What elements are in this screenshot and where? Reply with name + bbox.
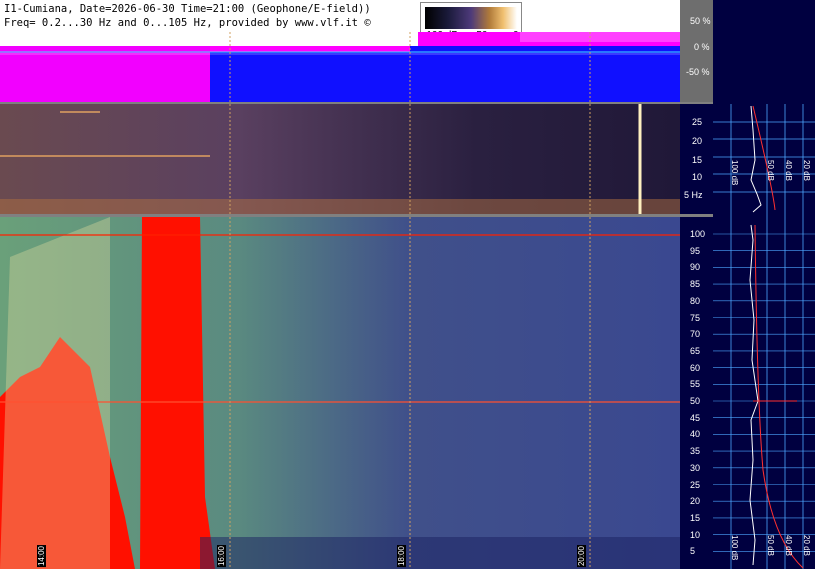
- profile-db-label: 100 dB: [730, 160, 739, 186]
- top-axis-label-0: 0 %: [694, 42, 710, 52]
- profile-db-label: 50 dB: [766, 535, 775, 556]
- bottom-axis-label: 85: [690, 279, 701, 290]
- bottom-axis-label: 25: [690, 479, 701, 490]
- top-axis-label-50: 50 %: [690, 16, 711, 26]
- mid-axis-20: 20: [692, 136, 703, 146]
- bottom-axis-label: 20: [690, 496, 701, 507]
- mid-axis-5hz: 5 Hz: [684, 190, 703, 200]
- bottom-axis-label: 5: [690, 546, 696, 557]
- bottom-axis-label: 15: [690, 512, 701, 523]
- bottom-axis-label: 80: [690, 295, 701, 306]
- profile-db-label: 50 dB: [766, 160, 775, 181]
- profile-db-label: 40 dB: [784, 160, 793, 181]
- time-label-2000: 20:00: [577, 544, 586, 567]
- bottom-axis-label: 70: [690, 329, 701, 340]
- low-freq-spectrogram: [0, 104, 680, 214]
- chart-header: I1-Cumiana, Date=2026-06-30 Time=21:00 (…: [0, 0, 418, 32]
- bottom-axis-label: 65: [690, 345, 701, 356]
- profile-db-label: 100 dB: [730, 535, 739, 561]
- colorbar-gradient: [425, 7, 517, 29]
- mid-axis-15: 15: [692, 155, 703, 165]
- bottom-axis-label: 90: [690, 262, 701, 273]
- bottom-axis-label: 100: [690, 229, 706, 239]
- bottom-axis-label: 95: [690, 245, 701, 256]
- mid-axis-25: 25: [692, 117, 703, 127]
- amplitude-strip: [0, 32, 680, 102]
- bottom-axis-label: 35: [690, 446, 701, 457]
- bottom-axis-label: 40: [690, 429, 701, 440]
- bottom-axis-label: 10: [690, 529, 701, 540]
- bottom-axis-label: 60: [690, 362, 701, 373]
- high-freq-spectrogram: [0, 217, 680, 569]
- profile-db-label: 20 dB: [802, 160, 811, 181]
- time-label-1400: 14:00: [37, 544, 46, 567]
- header-line-2: Freq= 0.2...30 Hz and 0...105 Hz, provid…: [4, 17, 371, 29]
- bottom-axis-label: 55: [690, 379, 701, 390]
- top-axis-label-minus50: -50 %: [686, 67, 710, 77]
- bottom-axis-label: 45: [690, 412, 701, 423]
- mid-axis-10: 10: [692, 172, 703, 182]
- profile-db-label: 20 dB: [802, 535, 811, 556]
- profile-db-label: 40 dB: [784, 535, 793, 556]
- bottom-axis-label: 50: [690, 396, 701, 406]
- time-label-1800: 18:00: [397, 544, 406, 567]
- bottom-axis-label: 75: [690, 312, 701, 323]
- bottom-axis-label: 30: [690, 462, 701, 473]
- spectrum-profile-panel: [713, 0, 815, 569]
- header-line-1: I1-Cumiana, Date=2026-06-30 Time=21:00 (…: [4, 3, 371, 15]
- time-label-1600: 16:00: [217, 544, 226, 567]
